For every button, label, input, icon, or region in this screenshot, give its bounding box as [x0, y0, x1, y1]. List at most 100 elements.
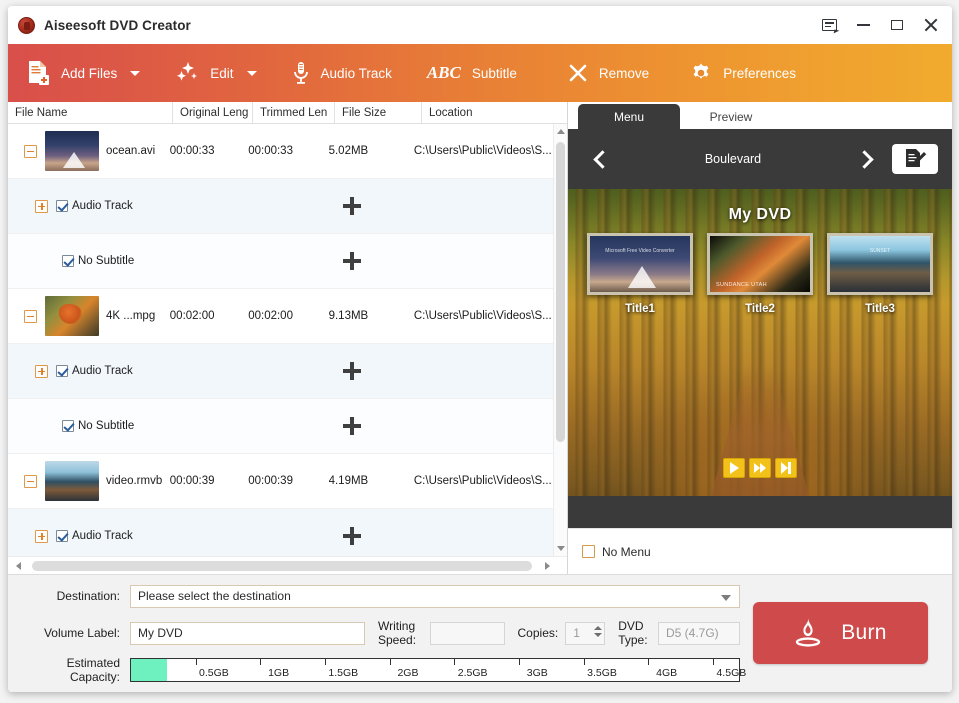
title-thumbnail[interactable]: Microsoft Free Video Converter — [587, 233, 693, 295]
title-label[interactable]: Title1 — [625, 303, 655, 315]
gear-icon — [693, 63, 709, 79]
add-audio-track-icon[interactable] — [343, 362, 361, 380]
no-menu-checkbox[interactable] — [582, 545, 595, 558]
collapse-expander-icon[interactable] — [24, 309, 37, 323]
audio-track-row[interactable]: Audio Track — [8, 509, 553, 556]
capacity-tick-mark — [519, 659, 521, 665]
table-row[interactable]: ocean.avi 00:00:33 00:00:33 5.02MB C:\Us… — [8, 124, 553, 179]
feedback-button[interactable] — [812, 10, 846, 40]
template-navigation-bar: Boulevard — [568, 129, 952, 189]
expand-expander-icon[interactable] — [35, 364, 48, 378]
tab-preview[interactable]: Preview — [680, 104, 782, 129]
trimmed-length-cell: 00:00:39 — [248, 475, 293, 487]
spinner-icon[interactable] — [594, 625, 603, 637]
tab-menu[interactable]: Menu — [578, 104, 680, 129]
volume-label-input[interactable]: My DVD — [130, 621, 365, 645]
file-list-horizontal-scrollbar[interactable] — [8, 556, 567, 574]
chevron-down-icon[interactable] — [246, 70, 257, 76]
capacity-tick-label: 3.5GB — [587, 667, 617, 679]
copies-stepper[interactable]: 1 — [565, 621, 606, 645]
collapse-expander-icon[interactable] — [24, 474, 37, 488]
column-header-original-length[interactable]: Original Leng — [173, 102, 253, 123]
title-bar: Aiseesoft DVD Creator — [8, 6, 952, 44]
file-name-label: ocean.avi — [106, 145, 156, 157]
next-track-button[interactable] — [775, 458, 797, 478]
expand-expander-icon[interactable] — [35, 199, 48, 213]
play-button[interactable] — [723, 458, 745, 478]
file-list-vertical-scrollbar[interactable] — [553, 124, 567, 556]
dvd-menu-preview[interactable]: My DVD Microsoft Free Video Converter Ti… — [568, 189, 952, 528]
fast-forward-button[interactable] — [749, 458, 771, 478]
audio-track-cell: Audio Track — [8, 179, 173, 233]
scroll-left-button[interactable] — [10, 557, 26, 575]
audio-track-row[interactable]: Audio Track — [8, 344, 553, 399]
capacity-tick-label: 2GB — [397, 667, 419, 679]
add-subtitle-icon[interactable] — [343, 417, 361, 435]
expand-expander-icon[interactable] — [35, 529, 48, 543]
scroll-up-button[interactable] — [554, 124, 567, 139]
subtitle-button[interactable]: ABC Subtitle — [427, 44, 530, 102]
scroll-down-button[interactable] — [554, 541, 567, 556]
title-label[interactable]: Title3 — [865, 303, 895, 315]
table-row[interactable]: 4K ...mpg 00:02:00 00:02:00 9.13MB C:\Us… — [8, 289, 553, 344]
chevron-down-icon[interactable] — [130, 70, 141, 76]
add-audio-cell — [335, 344, 422, 398]
add-audio-cell — [335, 509, 422, 556]
trimmed-length-cell: 00:02:00 — [248, 310, 293, 322]
destination-select[interactable]: Please select the destination — [130, 584, 740, 608]
subtitle-row[interactable]: No Subtitle — [8, 399, 553, 454]
column-header-trimmed-length[interactable]: Trimmed Len — [253, 102, 335, 123]
scroll-right-button[interactable] — [539, 557, 555, 575]
file-size-cell: 4.19MB — [328, 475, 369, 487]
file-rows: ocean.avi 00:00:33 00:00:33 5.02MB C:\Us… — [8, 124, 553, 556]
dvd-type-label: DVD Type: — [618, 619, 648, 647]
collapse-expander-icon[interactable] — [24, 144, 37, 158]
audio-track-checkbox[interactable] — [56, 365, 68, 377]
remove-label: Remove — [598, 65, 650, 81]
title-thumbnail[interactable]: SUNSET — [827, 233, 933, 295]
minimize-button[interactable] — [846, 10, 880, 40]
horizontal-scroll-thumb[interactable] — [32, 561, 532, 571]
edit-template-button[interactable] — [892, 144, 938, 174]
edit-button[interactable]: Edit — [175, 44, 269, 102]
maximize-button[interactable] — [880, 10, 914, 40]
dvd-type-value-field[interactable]: D5 (4.7G) — [658, 621, 740, 645]
previous-template-button[interactable] — [582, 149, 622, 169]
no-subtitle-checkbox[interactable] — [62, 255, 74, 267]
remove-button[interactable]: Remove — [568, 44, 662, 102]
subtitle-row[interactable]: No Subtitle — [8, 234, 553, 289]
menu-title-item[interactable]: SUNSET Title3 — [824, 233, 936, 315]
burn-button[interactable]: Burn — [752, 602, 928, 664]
close-icon — [924, 18, 938, 32]
table-row[interactable]: video.rmvb 00:00:39 00:00:39 4.19MB C:\U… — [8, 454, 553, 509]
chevron-down-icon[interactable] — [721, 594, 731, 601]
column-header-location[interactable]: Location — [422, 102, 567, 123]
toolbar: Add Files Edit Audio Track ABC Subtitle … — [8, 44, 952, 102]
burn-area: Burn — [740, 584, 940, 682]
audio-track-button[interactable]: Audio Track — [292, 44, 405, 102]
file-list-panel: File Name Original Leng Trimmed Len File… — [8, 102, 568, 574]
add-audio-track-icon[interactable] — [343, 527, 361, 545]
add-subtitle-icon[interactable] — [343, 252, 361, 270]
preferences-button[interactable]: Preferences — [690, 44, 809, 102]
column-header-file-size[interactable]: File Size — [335, 102, 422, 123]
audio-track-checkbox[interactable] — [56, 530, 68, 542]
volume-label-value: My DVD — [138, 626, 183, 640]
capacity-ticks: 0.5GB 1GB 1.5GB 2GB 2.5GB 3GB 3.5GB 4GB 4.5GB — [131, 659, 746, 681]
next-template-button[interactable] — [844, 149, 884, 169]
close-button[interactable] — [914, 10, 948, 40]
column-header-file-name[interactable]: File Name — [8, 102, 173, 123]
add-audio-track-icon[interactable] — [343, 197, 361, 215]
title-thumbnail[interactable]: SUNDANCE UTAH — [707, 233, 813, 295]
menu-title-item[interactable]: Microsoft Free Video Converter Title1 — [584, 233, 696, 315]
dvd-menu-title[interactable]: My DVD — [568, 206, 952, 224]
writing-speed-input[interactable] — [429, 621, 505, 645]
title-label[interactable]: Title2 — [745, 303, 775, 315]
add-files-button[interactable]: Add Files — [26, 44, 153, 102]
menu-title-item[interactable]: SUNDANCE UTAH Title2 — [704, 233, 816, 315]
audio-track-checkbox[interactable] — [56, 200, 68, 212]
location-cell: C:\Users\Public\Videos\S... — [413, 475, 552, 487]
no-subtitle-checkbox[interactable] — [62, 420, 74, 432]
vertical-scroll-thumb[interactable] — [556, 142, 565, 442]
audio-track-row[interactable]: Audio Track — [8, 179, 553, 234]
